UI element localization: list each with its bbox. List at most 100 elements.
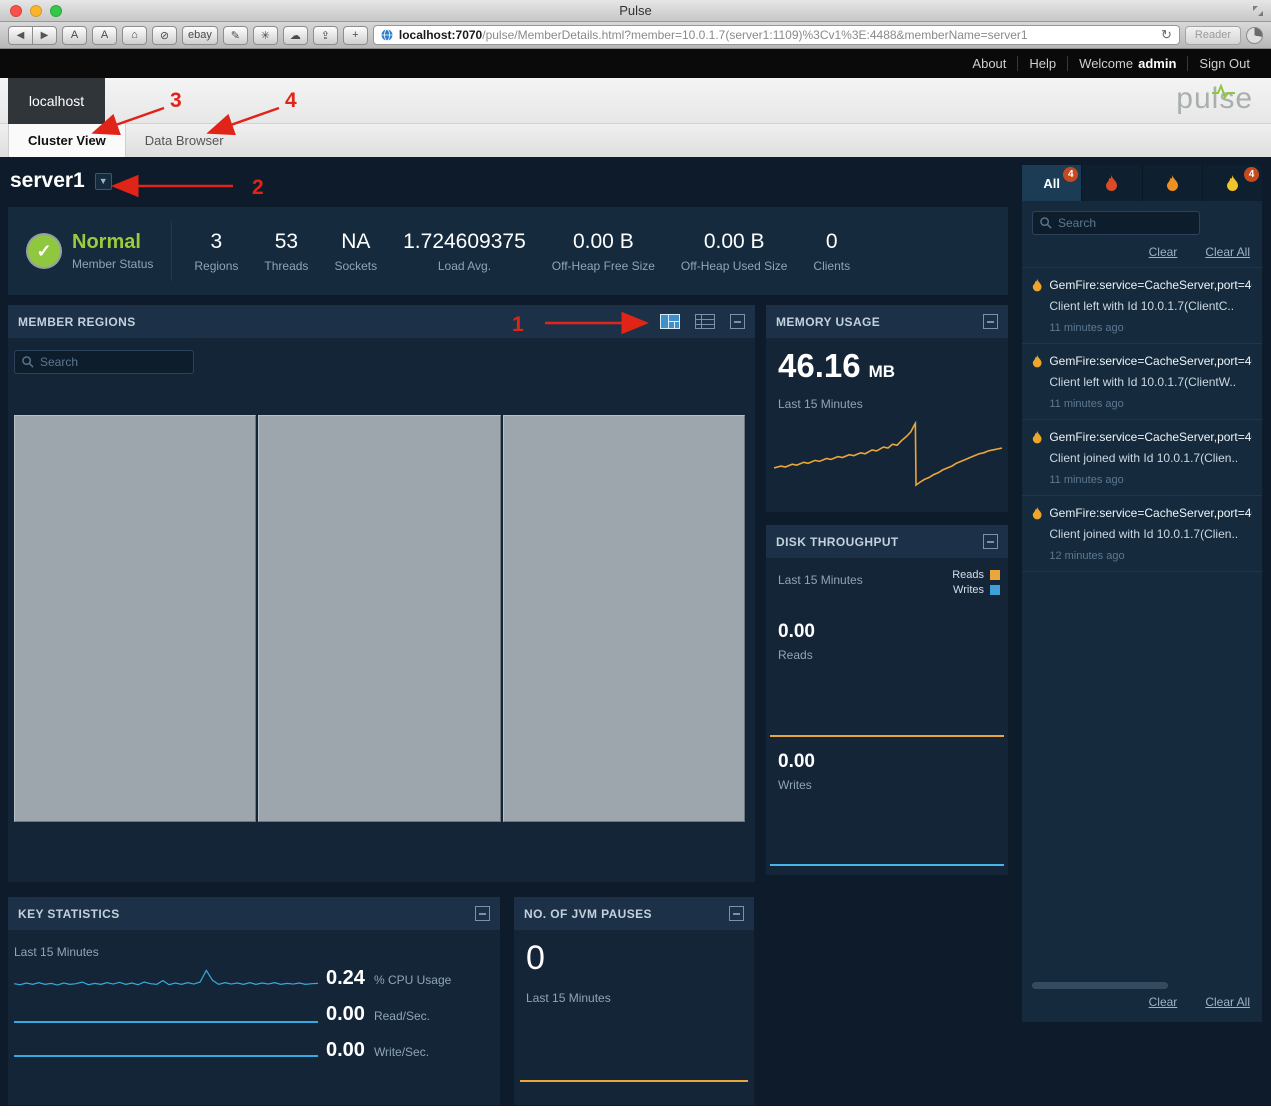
regions-search-input[interactable]	[40, 355, 186, 369]
disk-writes-label: Writes	[778, 778, 812, 792]
alert-message: Client left with Id 10.0.1.7(ClientC..	[1049, 299, 1252, 313]
member-heading: server1 ▼	[10, 169, 112, 193]
home-button[interactable]: ⌂	[122, 26, 147, 45]
alert-tab-all[interactable]: All 4	[1022, 165, 1082, 201]
view-tabs: Cluster View Data Browser	[0, 124, 1271, 157]
cloud-button[interactable]: ☁	[283, 26, 308, 45]
disk-reads-value: 0.00	[778, 621, 815, 643]
regions-treemap	[14, 415, 745, 822]
writes-per-sec-chart-line	[14, 1055, 318, 1057]
grid-view-icon[interactable]	[695, 314, 715, 329]
panel-title: MEMORY USAGE	[776, 315, 880, 329]
collapse-panel-icon[interactable]	[730, 314, 745, 329]
flame-icon	[1032, 278, 1042, 292]
bookmark-button[interactable]: A	[62, 26, 87, 45]
cpu-usage-stat: 0.24% CPU Usage	[326, 967, 451, 990]
tab-data-browser[interactable]: Data Browser	[126, 124, 243, 157]
keystats-values: 0.24% CPU Usage 0.00Read/Sec. 0.00Write/…	[326, 967, 451, 1062]
member-status: ✓ Normal Member Status	[8, 221, 172, 281]
site-favicon-icon	[381, 29, 393, 41]
horizontal-scrollbar[interactable]	[1032, 982, 1168, 989]
host-tabstrip: localhost pulse	[0, 78, 1271, 124]
zoom-window-button[interactable]	[50, 5, 62, 17]
top-sites-icon[interactable]	[1246, 27, 1263, 44]
writes-swatch-icon	[990, 585, 1000, 595]
flame-icon	[1032, 430, 1042, 444]
jvm-pauses-value: 0	[526, 939, 545, 978]
alert-item[interactable]: GemFire:service=CacheServer,port=404 Cli…	[1022, 420, 1262, 496]
bookmark-button[interactable]: ⊘	[152, 26, 177, 45]
clear-link[interactable]: Clear	[1149, 995, 1178, 1009]
tab-cluster-view[interactable]: Cluster View	[8, 124, 126, 157]
region-block[interactable]	[258, 415, 500, 822]
about-link[interactable]: About	[961, 56, 1017, 71]
collapse-panel-icon[interactable]	[475, 906, 490, 921]
share-button[interactable]: ⇪	[313, 26, 338, 45]
disk-legend: Reads Writes	[952, 569, 1000, 596]
window-controls	[10, 5, 62, 17]
disk-reads-chart-line	[770, 735, 1004, 737]
collapse-panel-icon[interactable]	[729, 906, 744, 921]
alert-tab-severe[interactable]	[1082, 165, 1142, 201]
window-title: Pulse	[619, 3, 652, 18]
clear-all-link[interactable]: Clear All	[1205, 995, 1250, 1009]
collapse-panel-icon[interactable]	[983, 314, 998, 329]
member-regions-header: MEMBER REGIONS	[8, 305, 755, 338]
close-window-button[interactable]	[10, 5, 22, 17]
alert-tab-warning[interactable]: 4	[1203, 165, 1262, 201]
reader-button[interactable]: Reader	[1185, 26, 1241, 45]
memory-usage-panel: MEMORY USAGE 46.16 MB Last 15 Minutes	[766, 305, 1008, 512]
alert-list: GemFire:service=CacheServer,port=404 Cli…	[1022, 267, 1262, 572]
back-button[interactable]: ◀	[8, 26, 33, 45]
username-label: admin	[1138, 56, 1176, 71]
region-block[interactable]	[14, 415, 256, 822]
alert-item[interactable]: GemFire:service=CacheServer,port=404 Cli…	[1022, 268, 1262, 344]
search-icon	[22, 356, 34, 368]
alert-time: 11 minutes ago	[1049, 474, 1252, 486]
resize-icon[interactable]	[1253, 6, 1263, 16]
jvm-pauses-caption: Last 15 Minutes	[526, 991, 611, 1005]
help-link[interactable]: Help	[1017, 56, 1067, 71]
key-statistics-panel: KEY STATISTICS Last 15 Minutes 0.24% CPU…	[8, 897, 500, 1105]
bookmark-button[interactable]: ✎	[223, 26, 248, 45]
clear-all-link[interactable]: Clear All	[1205, 245, 1250, 259]
bookmark-button[interactable]: ✳	[253, 26, 278, 45]
alerts-search-input[interactable]	[1058, 216, 1192, 230]
read-sec-stat: 0.00Read/Sec.	[326, 1003, 451, 1026]
alert-message: Client left with Id 10.0.1.7(ClientW..	[1049, 375, 1252, 389]
tab-localhost[interactable]: localhost	[8, 78, 105, 124]
minimize-window-button[interactable]	[30, 5, 42, 17]
new-tab-button[interactable]: +	[343, 26, 368, 45]
collapse-panel-icon[interactable]	[983, 534, 998, 549]
treemap-view-icon[interactable]	[660, 314, 680, 329]
panel-title: KEY STATISTICS	[18, 907, 120, 921]
address-bar[interactable]: localhost:7070/pulse/MemberDetails.html?…	[373, 25, 1180, 45]
alert-tab-error[interactable]	[1143, 165, 1203, 201]
disk-throughput-panel: DISK THROUGHPUT Last 15 Minutes Reads Wr…	[766, 525, 1008, 875]
memory-value: 46.16 MB	[778, 347, 895, 385]
browser-toolbar: ◀ ▶ A A ⌂ ⊘ ebay ✎ ✳ ☁ ⇪ + localhost:707…	[0, 22, 1271, 49]
alert-time: 11 minutes ago	[1049, 398, 1252, 410]
url-text: localhost:7070/pulse/MemberDetails.html?…	[399, 28, 1155, 42]
member-regions-panel: MEMBER REGIONS	[8, 305, 755, 882]
forward-button[interactable]: ▶	[32, 26, 57, 45]
memory-usage-chart	[774, 411, 1002, 506]
bookmark-button[interactable]: ebay	[182, 26, 218, 45]
panel-title: NO. OF JVM PAUSES	[524, 907, 652, 921]
stat-threads: 53Threads	[264, 230, 308, 273]
pulse-logo: pulse	[1176, 82, 1253, 116]
alerts-sidebar: All 4 4	[1022, 165, 1262, 1022]
sign-out-link[interactable]: Sign Out	[1187, 56, 1261, 71]
alert-item[interactable]: GemFire:service=CacheServer,port=404 Cli…	[1022, 496, 1262, 572]
stat-offheap-used: 0.00 BOff-Heap Used Size	[681, 230, 788, 273]
member-dropdown-button[interactable]: ▼	[95, 173, 112, 190]
stat-offheap-free: 0.00 BOff-Heap Free Size	[552, 230, 655, 273]
reads-per-sec-chart-line	[14, 1021, 318, 1023]
bookmark-button[interactable]: A	[92, 26, 117, 45]
clear-link[interactable]: Clear	[1149, 245, 1178, 259]
alert-item[interactable]: GemFire:service=CacheServer,port=404 Cli…	[1022, 344, 1262, 420]
region-block[interactable]	[503, 415, 745, 822]
stat-load-avg: 1.724609375Load Avg.	[403, 230, 526, 273]
stat-sockets: NASockets	[334, 230, 377, 273]
reload-icon[interactable]: ↻	[1161, 27, 1172, 43]
